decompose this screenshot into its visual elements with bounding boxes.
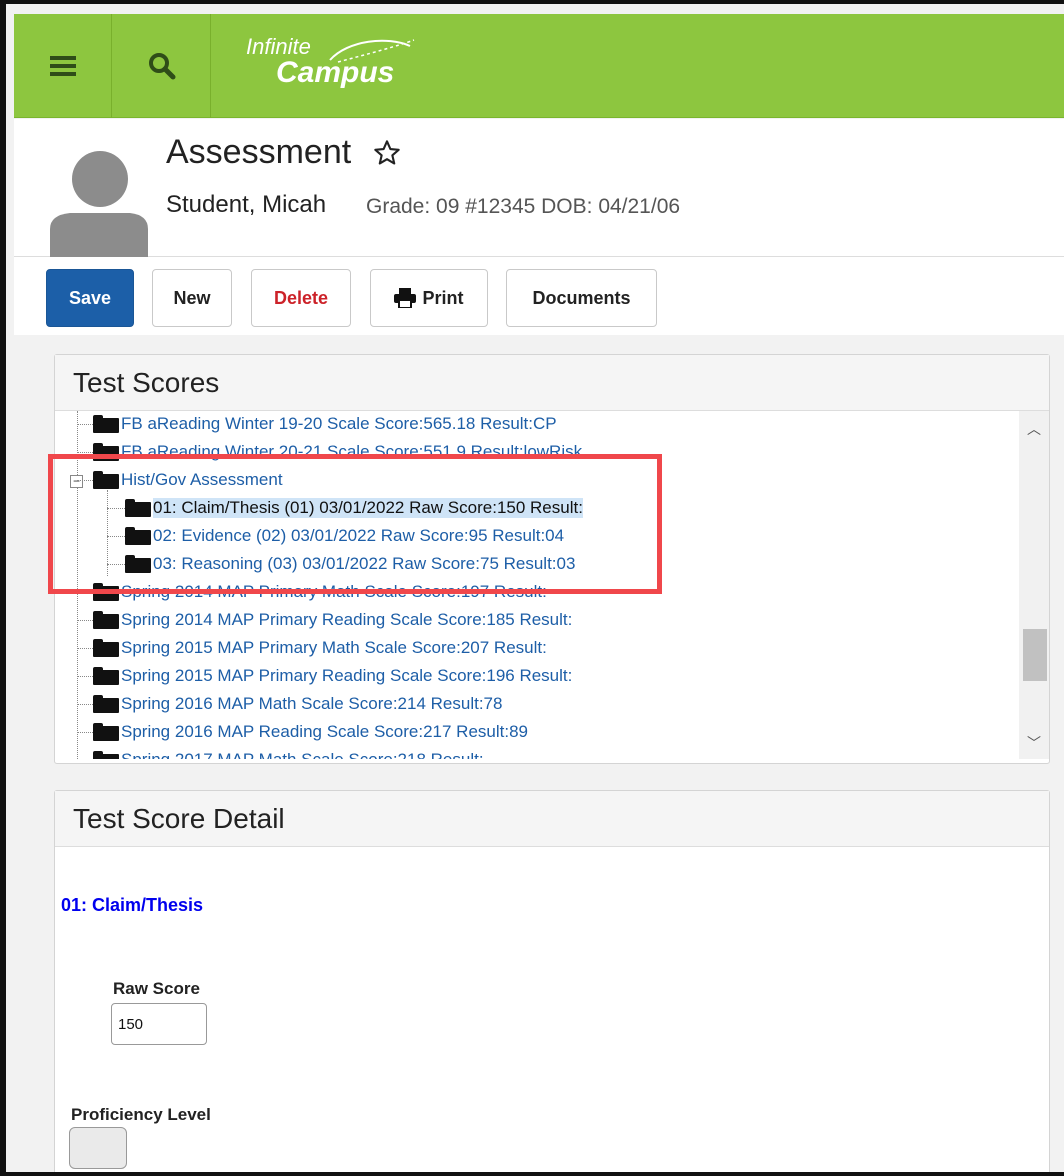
printer-icon [394,288,417,308]
hamburger-menu-icon [49,56,76,76]
student-meta: Grade: 09 #12345 DOB: 04/21/06 [366,195,681,218]
tree-guide-line [77,592,93,593]
tree-guide-line [77,424,93,425]
logo-text-line2: Campus [276,56,395,89]
folder-icon [93,751,119,759]
test-score-detail-heading: Test Score Detail [55,791,1049,847]
tree-item-label: 01: Claim/Thesis (01) 03/01/2022 Raw Sco… [153,498,583,518]
print-button[interactable]: Print [370,269,488,327]
tree-guide-line [77,648,93,649]
tree-guide-line [107,564,125,565]
infinite-campus-logo[interactable]: Infinite Campus [246,32,426,102]
page-title: Assessment [166,133,352,171]
tree-item-label: FB aReading Winter 19-20 Scale Score:565… [121,414,557,433]
documents-button[interactable]: Documents [506,269,657,327]
tree-item[interactable]: 02: Evidence (02) 03/01/2022 Raw Score:9… [125,522,564,550]
star-icon[interactable] [372,139,402,167]
tree-guide-line [77,411,78,759]
tree-item[interactable]: 03: Reasoning (03) 03/01/2022 Raw Score:… [125,550,575,578]
tree-item[interactable]: Spring 2015 MAP Primary Reading Scale Sc… [93,662,572,690]
tree-guide-line [107,536,125,537]
tree-item[interactable]: FB aReading Winter 19-20 Scale Score:565… [93,411,557,438]
tree-item[interactable]: Spring 2016 MAP Reading Scale Score:217 … [93,718,528,746]
tree-scrollbar[interactable]: ︿ ﹀ [1019,411,1049,759]
tree-item[interactable]: FB aReading Winter 20-21 Scale Score:551… [93,438,582,466]
tree-item-label: FB aReading Winter 20-21 Scale Score:551… [121,442,583,461]
tree-item-label: Spring 2014 MAP Primary Math Scale Score… [121,582,547,601]
avatar [50,151,148,257]
folder-icon [93,695,119,713]
search-icon [148,53,175,80]
test-score-detail-panel: Test Score Detail 01: Claim/Thesis Raw S… [54,790,1050,1172]
tree-guide-line [77,480,93,481]
folder-icon [93,443,119,461]
tree-item[interactable]: Spring 2016 MAP Math Scale Score:214 Res… [93,690,502,718]
search-button[interactable] [113,14,211,118]
tree-item-label: Spring 2015 MAP Primary Reading Scale Sc… [121,666,573,685]
folder-icon [93,639,119,657]
tree-guide-line [77,704,93,705]
new-button[interactable]: New [152,269,232,327]
delete-button[interactable]: Delete [251,269,351,327]
save-button[interactable]: Save [46,269,134,327]
proficiency-level-select[interactable] [69,1127,127,1169]
tree-guide-line [77,620,93,621]
collapse-toggle[interactable]: − [70,475,83,488]
top-bar: Infinite Campus [14,14,1064,118]
action-toolbar: Save New Delete Print Documents [14,257,1064,335]
hamburger-menu-button[interactable] [14,14,112,118]
raw-score-input[interactable] [111,1003,207,1045]
tree-item-label: Spring 2016 MAP Reading Scale Score:217 … [121,722,528,741]
test-scores-heading: Test Scores [55,355,1049,411]
detail-assessment-name: 01: Claim/Thesis [61,895,204,915]
student-name: Student, Micah [166,191,327,218]
tree-item-label: Spring 2015 MAP Primary Math Scale Score… [121,638,547,657]
app-frame: Infinite Campus Assessment Student, Mica… [0,0,1064,1176]
print-label: Print [422,287,464,308]
test-scores-tree: − FB aReading Winter 19-20 Scale Score:5… [55,411,1019,759]
test-scores-panel: Test Scores − FB aReading Winter 19-20 S… [54,354,1050,764]
folder-icon [93,415,119,433]
tree-item[interactable]: Spring 2014 MAP Primary Reading Scale Sc… [93,606,572,634]
scroll-down-icon[interactable]: ﹀ [1027,733,1041,753]
raw-score-label: Raw Score [113,979,200,998]
tree-item[interactable]: Spring 2017 MAP Math Scale Score:218 Res… [93,746,484,759]
folder-icon [125,527,151,545]
tree-item-label: Spring 2016 MAP Math Scale Score:214 Res… [121,694,503,713]
folder-icon [93,583,119,601]
tree-item-label: 02: Evidence (02) 03/01/2022 Raw Score:9… [153,526,565,545]
tree-item[interactable]: 01: Claim/Thesis (01) 03/01/2022 Raw Sco… [125,494,583,522]
folder-icon [125,555,151,573]
tree-guide-line [107,508,125,509]
folder-icon [93,723,119,741]
tree-item[interactable]: Spring 2015 MAP Primary Math Scale Score… [93,634,547,662]
tree-item-label: Spring 2014 MAP Primary Reading Scale Sc… [121,610,573,629]
folder-icon [93,667,119,685]
tree-item[interactable]: Hist/Gov Assessment [93,466,283,494]
tree-item-label: 03: Reasoning (03) 03/01/2022 Raw Score:… [153,554,576,573]
tree-item-label: Hist/Gov Assessment [121,470,283,489]
folder-icon [93,611,119,629]
proficiency-level-label: Proficiency Level [71,1105,211,1124]
tree-item-label: Spring 2017 MAP Math Scale Score:218 Res… [121,750,484,759]
tree-item[interactable]: Spring 2014 MAP Primary Math Scale Score… [93,578,547,606]
folder-icon [125,499,151,517]
student-header: Assessment Student, Micah Grade: 09 #123… [14,119,1064,257]
tree-guide-line [77,732,93,733]
tree-guide-line [77,676,93,677]
tree-guide-line [77,452,93,453]
scroll-thumb[interactable] [1023,629,1047,681]
folder-icon [93,471,119,489]
scroll-up-icon[interactable]: ︿ [1027,419,1041,439]
